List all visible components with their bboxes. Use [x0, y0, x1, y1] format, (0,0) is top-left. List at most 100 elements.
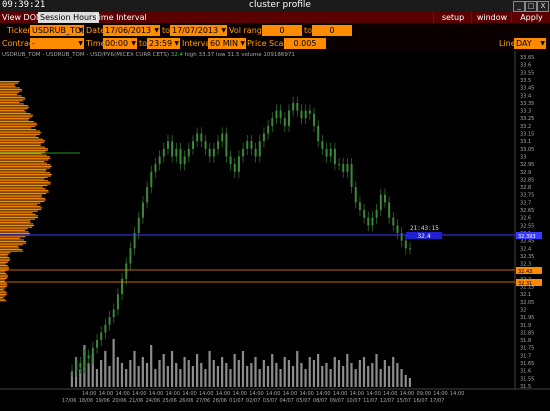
maximize-button[interactable]: □ — [525, 1, 537, 12]
time-tick-label: 14:00 — [433, 391, 447, 397]
interval-select[interactable]: 60 MIN ▼ — [208, 38, 246, 49]
price-tick-label: 32 — [520, 307, 526, 313]
profile-bar — [0, 285, 7, 287]
setup-button[interactable]: setup — [433, 12, 472, 23]
contract-select[interactable]: - ▼ — [30, 38, 84, 49]
chevron-down-icon: ▼ — [221, 27, 226, 34]
volume-bar — [354, 369, 357, 387]
price-tick-label: 32.65 — [520, 208, 534, 214]
profile-bar — [0, 181, 51, 183]
candle-body — [379, 194, 382, 211]
candle-body — [108, 317, 111, 325]
volume-bar — [296, 351, 299, 387]
volume-bar — [387, 366, 391, 387]
volume-bar — [125, 369, 128, 387]
time-to-field[interactable]: 23:59 ▼ — [147, 38, 180, 49]
candle-body — [242, 148, 245, 157]
close-button[interactable]: X — [537, 1, 549, 12]
candle-body — [287, 110, 290, 126]
profile-bar — [0, 271, 6, 273]
profile-bar — [0, 111, 27, 113]
volume-bar — [337, 360, 341, 387]
profile-bar — [0, 165, 52, 167]
chevron-down-icon: ▼ — [540, 40, 545, 47]
profile-bar — [0, 103, 24, 105]
window-button[interactable]: window — [471, 12, 512, 23]
candle-body — [250, 141, 253, 149]
candle-body — [221, 133, 224, 142]
profile-bar — [0, 287, 6, 289]
volume-bar — [195, 354, 199, 387]
candle-body — [396, 225, 399, 233]
price-tick-label: 33.6 — [520, 63, 531, 69]
volume-bar — [145, 363, 149, 387]
menu-bar: View DOM Session Hours Time Interval set… — [0, 12, 550, 23]
profile-bar — [0, 249, 23, 251]
date-tick-label: 20/06 — [112, 398, 126, 404]
profile-bar — [0, 225, 35, 227]
candle-body — [283, 118, 286, 126]
profile-bar — [0, 138, 43, 140]
price-tick-label: 33.1 — [520, 139, 531, 145]
vol-from-input[interactable]: 0 — [262, 25, 302, 36]
date-tick-label: 01/07 — [229, 398, 243, 404]
price-tick-label: 31.6 — [520, 369, 531, 375]
minimize-button[interactable]: _ — [513, 1, 525, 12]
time-from-field[interactable]: 00:00 ▼ — [103, 38, 137, 49]
candle-body — [358, 202, 361, 211]
cluster-chart[interactable]: 33.6533.633.5533.533.4533.433.3533.333.2… — [0, 51, 550, 411]
date-tick-label: 26/06 — [179, 398, 193, 404]
price-tick-label: 31.85 — [520, 330, 534, 336]
profile-bar — [0, 157, 51, 159]
candle-body — [304, 110, 307, 119]
profile-bar — [0, 289, 4, 291]
profile-bar — [0, 169, 47, 171]
profile-bar — [0, 290, 6, 292]
candle-body — [354, 187, 357, 203]
profile-bar — [0, 263, 6, 265]
profile-bar — [0, 149, 48, 151]
line-select[interactable]: DAY ▼ — [514, 38, 546, 49]
price-tick-label: 32.7 — [520, 200, 531, 206]
profile-bar — [0, 135, 37, 137]
apply-button[interactable]: Apply — [511, 12, 550, 23]
time-to-label: to — [139, 39, 148, 48]
time-tick-label: 14:00 — [149, 391, 163, 397]
volume-bar — [342, 366, 345, 387]
candle-body — [346, 164, 349, 172]
candle-body — [217, 141, 220, 149]
candle-body — [233, 164, 236, 172]
price-tick-label: 33.3 — [520, 109, 531, 115]
candle-body — [388, 202, 391, 218]
date-to-field[interactable]: 17/07/2013 ▼ — [170, 25, 227, 36]
profile-bar — [0, 295, 6, 297]
menu-time-interval[interactable]: Time Interval — [92, 12, 149, 23]
time-tick-label: 14:00 — [166, 391, 180, 397]
profile-bar — [0, 81, 20, 83]
ticker-select[interactable]: USDRUB_TOI ▼ — [30, 25, 84, 36]
date-to-label: to — [162, 26, 171, 35]
menu-session-hours[interactable]: Session Hours — [38, 12, 99, 23]
volume-bar — [204, 369, 207, 387]
volume-bar — [408, 378, 411, 387]
price-tick-label: 32.35 — [520, 254, 534, 260]
candle-body — [321, 141, 324, 149]
date-tick-label: 08/07 — [313, 398, 327, 404]
volume-bar — [316, 354, 320, 387]
profile-bar — [0, 293, 7, 295]
ticker-label: Ticker — [7, 26, 31, 35]
vol-to-input[interactable]: 0 — [312, 25, 352, 36]
profile-bar — [0, 237, 21, 239]
date-tick-label: 28/06 — [213, 398, 227, 404]
candle-body — [313, 113, 316, 126]
candle-body — [279, 110, 282, 119]
profile-bar — [0, 233, 31, 235]
candle-body — [154, 164, 157, 172]
candle-body — [96, 340, 99, 348]
profile-bar — [0, 261, 8, 263]
profile-bar — [0, 125, 35, 127]
price-tick-label: 31.95 — [520, 315, 534, 321]
date-from-field[interactable]: 17/06/2013 ▼ — [103, 25, 160, 36]
candle-body — [300, 110, 303, 119]
price-scale-input[interactable]: 0.005 — [284, 38, 326, 49]
